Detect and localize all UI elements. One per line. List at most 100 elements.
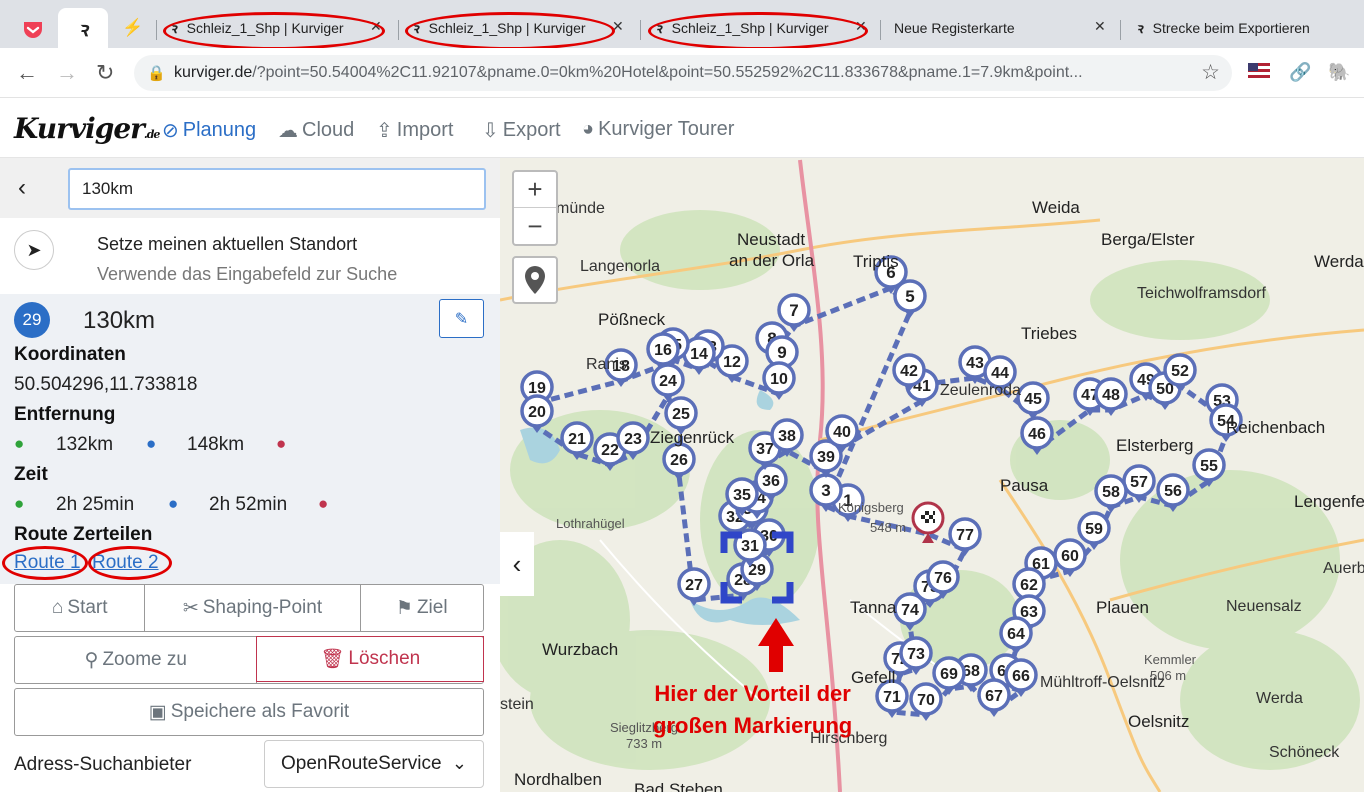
waypoint-number: 66 (1012, 668, 1030, 685)
delete-button[interactable]: 🗑 Löschen (256, 636, 484, 682)
map-view[interactable]: 1356789101213141516181920212223242526272… (500, 158, 1364, 792)
us-flag-icon[interactable] (1248, 63, 1270, 78)
nav-cloud[interactable]: ☁ Cloud (278, 118, 354, 143)
waypoint-number: 60 (1061, 548, 1079, 565)
pocket-icon (24, 22, 42, 38)
save-favorite-button[interactable]: ▣ Speichere als Favorit (15, 689, 483, 735)
shaping-point-button[interactable]: ✂ Shaping-Point (145, 585, 361, 631)
waypoint-number: 69 (940, 666, 958, 683)
start-pin-icon: ● (14, 494, 25, 513)
waypoint-number: 9 (777, 343, 786, 362)
map-place-label: Weida (1032, 198, 1080, 217)
waypoint-number: 7 (789, 301, 798, 320)
waypoint-name: 130km (83, 307, 156, 334)
zoom-to-button[interactable]: ⚲ Zoome zu (15, 637, 258, 683)
map-place-label: Ziegenrück (650, 428, 735, 447)
map-place-label: Reichenbach (1226, 418, 1326, 437)
tab-new[interactable]: Neue Registerkarte ✕ (894, 8, 1114, 48)
distance-label: Entfernung (14, 404, 116, 425)
waypoint-number: 27 (685, 577, 703, 594)
distance-from-start: 132km (56, 434, 114, 455)
chevron-down-icon: ⌄ (451, 753, 467, 773)
bolt-icon: ⚡ (122, 18, 144, 37)
back-arrow-icon[interactable]: ← (16, 60, 38, 86)
edit-waypoint-button[interactable]: ✎ (439, 299, 484, 338)
time-label: Zeit (14, 464, 48, 485)
evernote-icon[interactable]: 🐘 (1328, 62, 1350, 83)
annotation-ring (405, 12, 615, 50)
waypoint-number: 12 (723, 354, 741, 371)
address-bar[interactable]: 🔒 kurviger.de/?point=50.54004%2C11.92107… (134, 55, 1232, 91)
cloud-icon: ☁ (278, 120, 298, 142)
annotation-ring (2, 546, 88, 580)
map-place-label: münde (556, 200, 605, 217)
close-icon[interactable]: ✕ (1094, 18, 1106, 35)
kurviger-logo[interactable]: Kurviger.de (14, 112, 160, 145)
waypoint-number: 37 (756, 441, 774, 458)
map-canvas[interactable]: 1356789101213141516181920212223242526272… (500, 158, 1364, 792)
tab-title: Strecke beim Exportieren (1152, 20, 1310, 36)
zoom-out-button[interactable]: − (514, 208, 556, 244)
waypoint-number: 58 (1102, 484, 1120, 501)
map-place-label: Bad Steben (634, 780, 723, 792)
map-place-label: Neustadt (737, 230, 806, 249)
kurviger-icon: ꝛ (78, 16, 88, 41)
map-place-label: Werda (1256, 690, 1303, 707)
add-waypoint-button[interactable] (512, 256, 558, 304)
map-place-label: Pausa (1000, 476, 1049, 495)
split-route-label: Route Zerteilen (14, 524, 153, 545)
reload-icon[interactable]: ↻ (96, 60, 114, 86)
annotation-ring (88, 546, 172, 580)
url-text: kurviger.de/?point=50.54004%2C11.92107&p… (174, 64, 1083, 81)
tab-export[interactable]: ꝛ Strecke beim Exportieren (1136, 8, 1352, 48)
nav-export[interactable]: ⇩ Export (482, 118, 561, 143)
waypoint-number: 48 (1102, 387, 1120, 404)
map-place-label: Plauen (1096, 598, 1149, 617)
set-start-button[interactable]: ⌂ Start (15, 585, 146, 631)
map-place-label: Lengenfeld (1294, 492, 1364, 511)
home-icon: ⌂ (51, 597, 64, 618)
waypoint-number: 76 (934, 570, 952, 587)
provider-select[interactable]: OpenRouteService ⌄ (264, 740, 484, 788)
current-location-row[interactable]: ➤ Setze meinen aktuellen Standort Verwen… (0, 218, 500, 294)
map-place-label: Zeulenroda (940, 382, 1021, 399)
waypoint-type-buttons: ⌂ Start ✂ Shaping-Point ⚑ Ziel (14, 584, 484, 632)
map-place-label: Tanna (850, 598, 897, 617)
map-place-label: Werdau (1314, 252, 1364, 271)
location-hint: Verwende das Eingabefeld zur Suche (97, 264, 398, 284)
map-place-label: Neuensalz (1226, 598, 1302, 615)
magnifier-icon: ⚲ (84, 649, 99, 671)
tab-kurviger-active[interactable]: ꝛ (58, 8, 108, 48)
waypoint-number: 77 (956, 527, 974, 544)
waypoint-number: 36 (762, 473, 780, 490)
forward-arrow-icon[interactable]: → (56, 60, 78, 86)
tab-bolt[interactable]: ⚡ (122, 8, 144, 48)
waypoint-number: 35 (733, 487, 751, 504)
nav-planung[interactable]: ⊘ Planung (162, 118, 256, 143)
bookmark-star-icon[interactable]: ☆ (1201, 60, 1220, 85)
waypoint-number: 64 (1007, 626, 1025, 643)
waypoint-pin-icon: ● (146, 434, 157, 453)
set-goal-button[interactable]: ⚑ Ziel (361, 585, 483, 631)
nav-import[interactable]: ⇪ Import (376, 118, 453, 143)
download-icon: ⇩ (482, 120, 499, 142)
zoom-in-button[interactable]: + (514, 172, 556, 208)
distance-total: 148km (187, 434, 245, 455)
trash-icon: 🗑 (320, 649, 345, 670)
location-title: Setze meinen aktuellen Standort (97, 234, 358, 254)
map-place-label: Teichwolframsdorf (1137, 285, 1266, 302)
collapse-sidebar-button[interactable]: ‹ (500, 532, 534, 596)
link-icon[interactable]: 🔗 (1289, 62, 1311, 83)
browser-tab-strip: ꝛ ⚡ ꝛ Schleiz_1_Shp | Kurviger ✕ ꝛ Schle… (0, 0, 1364, 50)
tab-pocket[interactable] (22, 20, 44, 40)
annotation-text: Hier der Vorteil der großen Markierung (653, 681, 853, 738)
nav-kurviger-tourer[interactable]: ◕ Kurviger Tourer (582, 118, 734, 141)
back-chevron-icon[interactable]: ‹ (18, 174, 26, 202)
compass-icon: ⊘ (162, 120, 179, 142)
waypoint-number: 55 (1200, 458, 1218, 475)
search-input[interactable] (68, 168, 486, 210)
map-place-label: Kemmler (1144, 652, 1197, 667)
waypoint-number: 20 (528, 404, 546, 421)
map-place-label: Ranis (586, 356, 627, 373)
map-place-label: Langenorla (580, 258, 661, 275)
